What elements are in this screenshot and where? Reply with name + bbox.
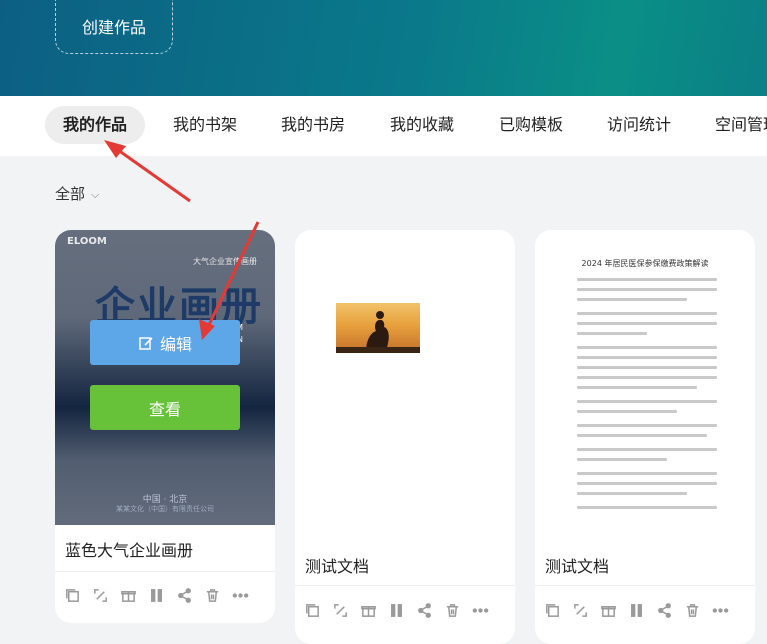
gift-icon[interactable] xyxy=(599,601,618,620)
doc-text-line xyxy=(577,400,717,403)
tab-my-study[interactable]: 我的书房 xyxy=(263,106,363,144)
card-title: 蓝色大气企业画册 xyxy=(65,541,194,560)
doc-heading: 2024 年居民医保参保缴费政策解读 xyxy=(581,259,709,268)
cover-brand: ELOOM xyxy=(67,236,107,247)
copy-icon[interactable] xyxy=(63,586,82,605)
share-icon[interactable] xyxy=(415,601,434,620)
filter-label: 全部 xyxy=(55,185,86,203)
tab-my-works[interactable]: 我的作品 xyxy=(45,106,146,144)
share-icon[interactable] xyxy=(655,601,674,620)
doc-text-line xyxy=(577,312,717,315)
copy-icon[interactable] xyxy=(543,601,562,620)
doc-text-line xyxy=(577,332,647,335)
share-icon[interactable] xyxy=(175,586,194,605)
doc-text-line xyxy=(577,386,697,389)
card-divider xyxy=(55,571,275,572)
tab-visit-stats[interactable]: 访问统计 xyxy=(589,106,689,144)
doc-text-line xyxy=(577,458,667,461)
pause-icon[interactable] xyxy=(627,601,646,620)
card-thumbnail: 2024 年居民医保参保缴费政策解读 xyxy=(535,230,755,525)
doc-text-line xyxy=(577,346,717,349)
doc-text-line xyxy=(577,356,717,359)
silhouette-photo xyxy=(336,303,420,353)
header-banner: 创建作品 xyxy=(0,0,767,96)
card-title: 测试文档 xyxy=(545,557,610,576)
tab-bar: 我的作品 我的书架 我的书房 我的收藏 已购模板 访问统计 空间管理 xyxy=(0,96,767,156)
card-actions xyxy=(303,601,490,620)
tab-purchased-templates[interactable]: 已购模板 xyxy=(481,106,581,144)
view-button[interactable]: 查看 xyxy=(90,385,240,430)
trash-icon[interactable] xyxy=(443,601,462,620)
doc-text-line xyxy=(577,298,687,301)
chevron-down-icon: ⌵ xyxy=(91,187,100,201)
doc-text-line xyxy=(577,366,717,369)
doc-text-line xyxy=(577,434,707,437)
work-card[interactable]: 2024 年居民医保参保缴费政策解读 测试文档 xyxy=(535,230,755,644)
tab-space-management[interactable]: 空间管理 xyxy=(697,106,767,144)
work-card[interactable]: ELOOM 大气企业宣传画册 企业画册 UM GN 中国 · 北京 某某文化（中… xyxy=(55,230,275,623)
doc-text-line xyxy=(577,278,717,281)
filter-dropdown[interactable]: 全部 ⌵ xyxy=(55,183,99,204)
card-thumbnail: ELOOM 大气企业宣传画册 企业画册 UM GN 中国 · 北京 某某文化（中… xyxy=(55,230,275,525)
cover-company: 某某文化（中国）有限责任公司 xyxy=(116,505,214,513)
card-thumbnail xyxy=(295,230,515,525)
doc-text-line xyxy=(577,506,717,509)
tab-my-bookshelf[interactable]: 我的书架 xyxy=(155,106,255,144)
doc-text-line xyxy=(577,424,717,427)
doc-text-line xyxy=(577,410,677,413)
convert-icon[interactable] xyxy=(331,601,350,620)
work-card[interactable]: 测试文档 xyxy=(295,230,515,644)
convert-icon[interactable] xyxy=(571,601,590,620)
card-title: 测试文档 xyxy=(305,557,370,576)
trash-icon[interactable] xyxy=(683,601,702,620)
edit-label: 编辑 xyxy=(159,334,192,354)
tab-my-favorites[interactable]: 我的收藏 xyxy=(372,106,472,144)
doc-text-line xyxy=(577,376,717,379)
copy-icon[interactable] xyxy=(303,601,322,620)
gift-icon[interactable] xyxy=(119,586,138,605)
gift-icon[interactable] xyxy=(359,601,378,620)
card-actions xyxy=(63,586,250,605)
doc-text-line xyxy=(577,322,717,325)
create-work-button[interactable]: 创建作品 xyxy=(55,0,173,54)
more-icon[interactable] xyxy=(231,586,250,605)
doc-text-line xyxy=(577,288,717,291)
doc-text-line xyxy=(577,492,687,495)
card-divider xyxy=(535,585,755,586)
more-icon[interactable] xyxy=(471,601,490,620)
edit-icon xyxy=(139,336,153,350)
pause-icon[interactable] xyxy=(147,586,166,605)
edit-button[interactable]: 编辑 xyxy=(90,320,240,365)
pause-icon[interactable] xyxy=(387,601,406,620)
doc-text-line xyxy=(577,448,717,451)
doc-text-line xyxy=(577,472,717,475)
cover-subtitle: 大气企业宣传画册 xyxy=(193,257,257,266)
convert-icon[interactable] xyxy=(91,586,110,605)
doc-text-line xyxy=(577,482,717,485)
card-actions xyxy=(543,601,730,620)
card-divider xyxy=(295,585,515,586)
trash-icon[interactable] xyxy=(203,586,222,605)
more-icon[interactable] xyxy=(711,601,730,620)
